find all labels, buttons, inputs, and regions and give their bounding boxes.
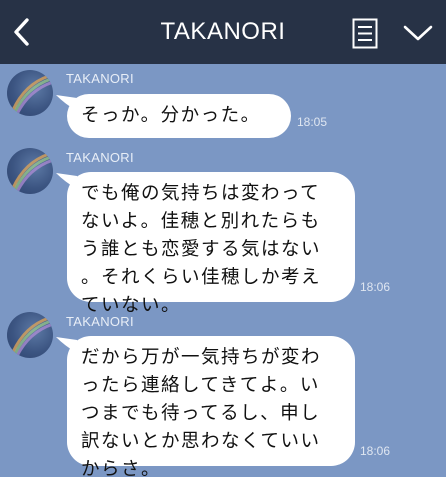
message-time: 18:05 xyxy=(297,115,328,129)
chevron-down-icon xyxy=(403,25,433,41)
rainbow-avatar-icon xyxy=(11,316,53,357)
document-list-icon xyxy=(352,18,378,49)
notes-button[interactable] xyxy=(352,18,378,49)
message-time: 18:06 xyxy=(360,280,391,294)
chat-header: TAKANORI xyxy=(0,0,446,64)
sender-name: TAKANORI xyxy=(66,71,134,86)
avatar[interactable] xyxy=(7,148,53,194)
chat-screen: TAKANORI TAKANORI そっか。分かった。 18:05 TAKANO… xyxy=(0,0,446,477)
more-menu-button[interactable] xyxy=(403,22,433,44)
sender-name: TAKANORI xyxy=(66,150,134,165)
chat-title: TAKANORI xyxy=(160,18,286,45)
message-bubble[interactable]: だから万が一気持ちが変わ ったら連絡してきてよ。い つまでも待ってるし、申し 訳… xyxy=(67,336,355,477)
sender-name: TAKANORI xyxy=(66,314,134,329)
message-list[interactable]: TAKANORI そっか。分かった。 18:05 TAKANORI でも俺の気持… xyxy=(0,64,446,477)
message-bubble[interactable]: そっか。分かった。 xyxy=(67,94,291,138)
message-bubble[interactable]: でも俺の気持ちは変わって ないよ。佳穂と別れたらも う誰とも恋愛する気はない 。… xyxy=(67,172,355,316)
rainbow-avatar-icon xyxy=(11,74,53,115)
avatar[interactable] xyxy=(7,70,53,116)
rainbow-avatar-icon xyxy=(11,152,53,193)
message-time: 18:06 xyxy=(360,444,391,458)
avatar[interactable] xyxy=(7,312,53,358)
